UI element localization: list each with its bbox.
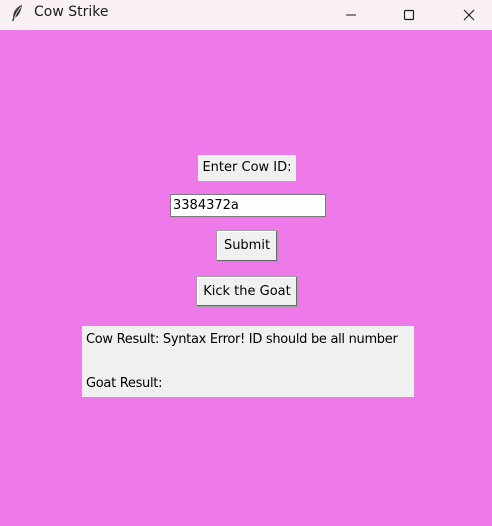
submit-button[interactable]: Submit — [216, 230, 278, 262]
minimize-button[interactable] — [328, 0, 374, 30]
close-button[interactable] — [446, 0, 492, 30]
feather-icon — [10, 4, 24, 22]
kick-the-goat-button[interactable]: Kick the Goat — [196, 276, 298, 307]
maximize-icon — [403, 9, 415, 21]
cow-id-input[interactable] — [170, 194, 326, 217]
close-icon — [463, 9, 475, 21]
window-title: Cow Strike — [34, 4, 109, 20]
title-bar[interactable]: Cow Strike — [0, 0, 492, 30]
minimize-icon — [345, 9, 357, 21]
cow-result-text: Cow Result: Syntax Error! ID should be a… — [86, 332, 398, 347]
result-panel: Cow Result: Syntax Error! ID should be a… — [82, 326, 414, 397]
maximize-button[interactable] — [386, 0, 432, 30]
goat-result-text: Goat Result: — [86, 376, 163, 391]
cow-id-label: Enter Cow ID: — [198, 155, 296, 181]
